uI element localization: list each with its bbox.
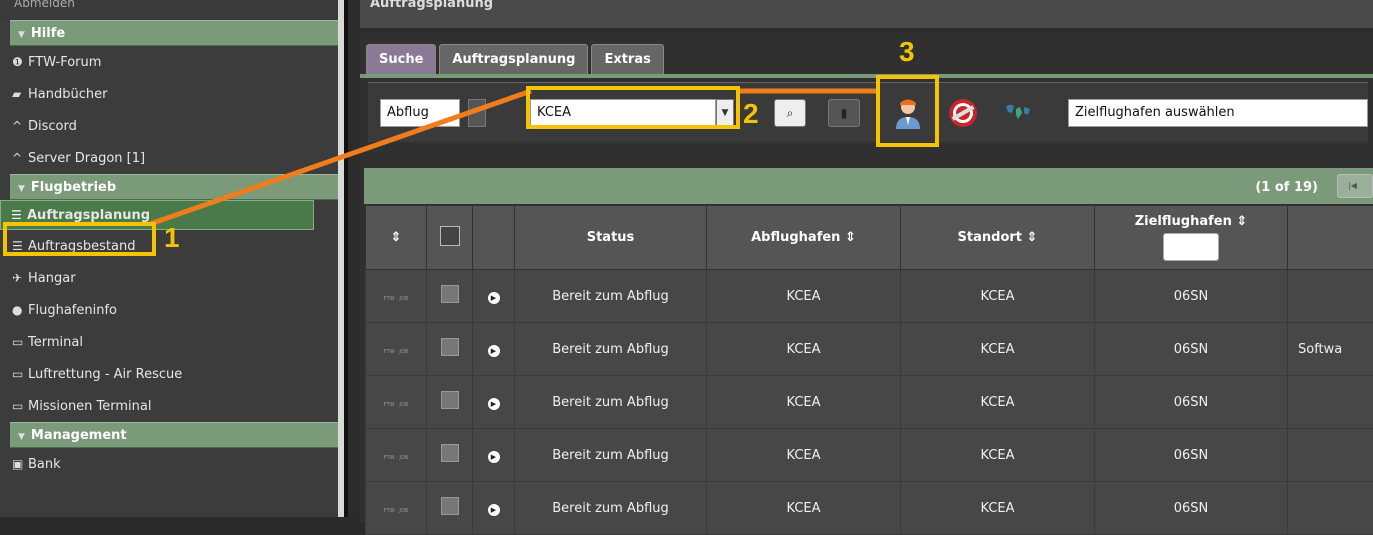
annotation-connector-lines xyxy=(0,0,1373,517)
highlight-box-2 xyxy=(526,86,740,129)
annotation-label-3: 3 xyxy=(899,36,915,68)
annotation-label-1: 1 xyxy=(164,222,180,254)
highlight-box-3 xyxy=(876,75,939,147)
annotation-label-2: 2 xyxy=(743,98,759,130)
highlight-box-1 xyxy=(3,222,156,256)
